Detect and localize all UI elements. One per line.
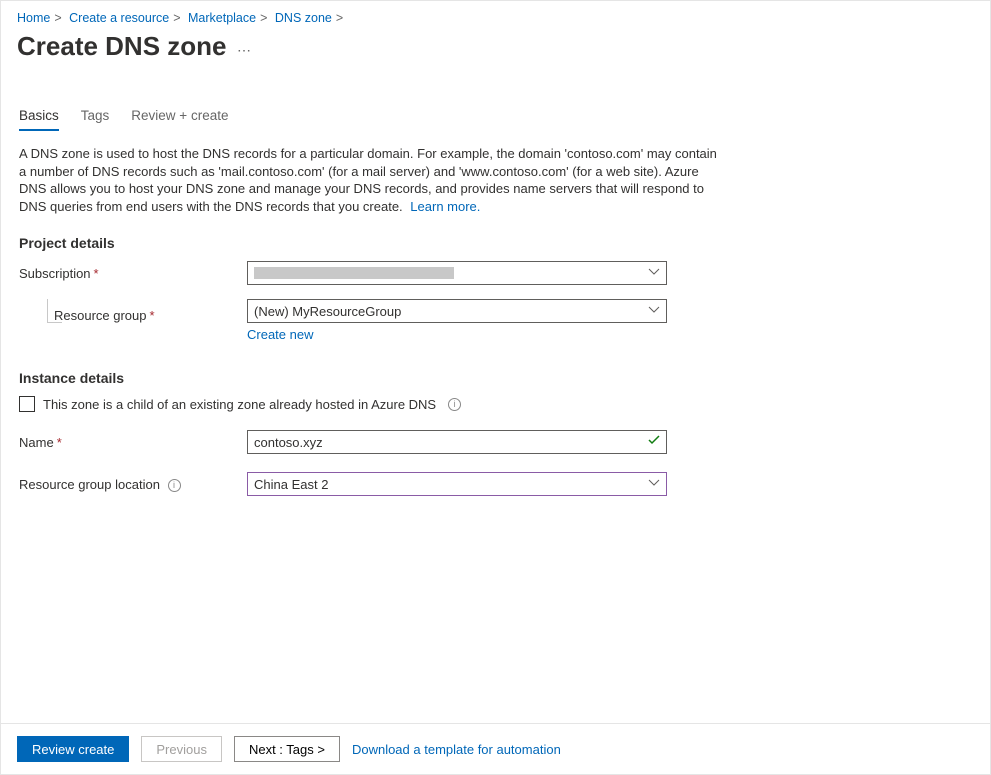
name-label: Name* — [19, 435, 247, 450]
child-zone-label: This zone is a child of an existing zone… — [43, 397, 436, 412]
footer: Review create Previous Next : Tags > Dow… — [1, 723, 990, 774]
breadcrumb-create-resource[interactable]: Create a resource — [69, 11, 169, 25]
resource-group-location-label: Resource group location i — [19, 477, 247, 492]
section-project-details: Project details — [19, 235, 972, 251]
resource-group-value: (New) MyResourceGroup — [254, 304, 401, 319]
resource-group-location-dropdown[interactable]: China East 2 — [247, 472, 667, 496]
tab-tags[interactable]: Tags — [81, 102, 110, 131]
chevron-right-icon: > — [336, 11, 343, 25]
resource-group-location-value: China East 2 — [254, 477, 328, 492]
chevron-right-icon: > — [260, 11, 267, 25]
next-tags-button[interactable]: Next : Tags > — [234, 736, 340, 762]
chevron-down-icon — [648, 477, 660, 492]
section-instance-details: Instance details — [19, 370, 972, 386]
learn-more-link[interactable]: Learn more. — [410, 199, 480, 214]
subscription-label: Subscription* — [19, 266, 247, 281]
subscription-dropdown[interactable] — [247, 261, 667, 285]
subscription-value-redacted — [254, 267, 454, 279]
resource-group-label: Resource group* — [54, 308, 155, 323]
review-create-button[interactable]: Review create — [17, 736, 129, 762]
child-zone-checkbox[interactable] — [19, 396, 35, 412]
chevron-right-icon: > — [54, 11, 61, 25]
resource-group-dropdown[interactable]: (New) MyResourceGroup — [247, 299, 667, 323]
download-template-link[interactable]: Download a template for automation — [352, 742, 561, 757]
tab-review-create[interactable]: Review + create — [131, 102, 228, 131]
breadcrumb-home[interactable]: Home — [17, 11, 50, 25]
name-value: contoso.xyz — [254, 435, 323, 450]
chevron-right-icon: > — [173, 11, 180, 25]
breadcrumb: Home > Create a resource > Marketplace > DN… — [1, 1, 990, 27]
more-icon[interactable]: ⋯ — [237, 42, 251, 59]
previous-button: Previous — [141, 736, 222, 762]
breadcrumb-marketplace[interactable]: Marketplace — [188, 11, 256, 25]
create-new-resource-group-link[interactable]: Create new — [247, 327, 972, 342]
tab-basics[interactable]: Basics — [19, 102, 59, 131]
name-input[interactable]: contoso.xyz — [247, 430, 667, 454]
chevron-down-icon — [648, 266, 660, 281]
description-text: A DNS zone is used to host the DNS recor… — [19, 145, 719, 215]
tabs: Basics Tags Review + create — [19, 102, 972, 131]
breadcrumb-dns-zone[interactable]: DNS zone — [275, 11, 332, 25]
checkmark-icon — [648, 434, 660, 449]
info-icon[interactable]: i — [168, 479, 181, 492]
info-icon[interactable]: i — [448, 398, 461, 411]
page-title: Create DNS zone — [17, 31, 227, 62]
chevron-down-icon — [648, 304, 660, 319]
